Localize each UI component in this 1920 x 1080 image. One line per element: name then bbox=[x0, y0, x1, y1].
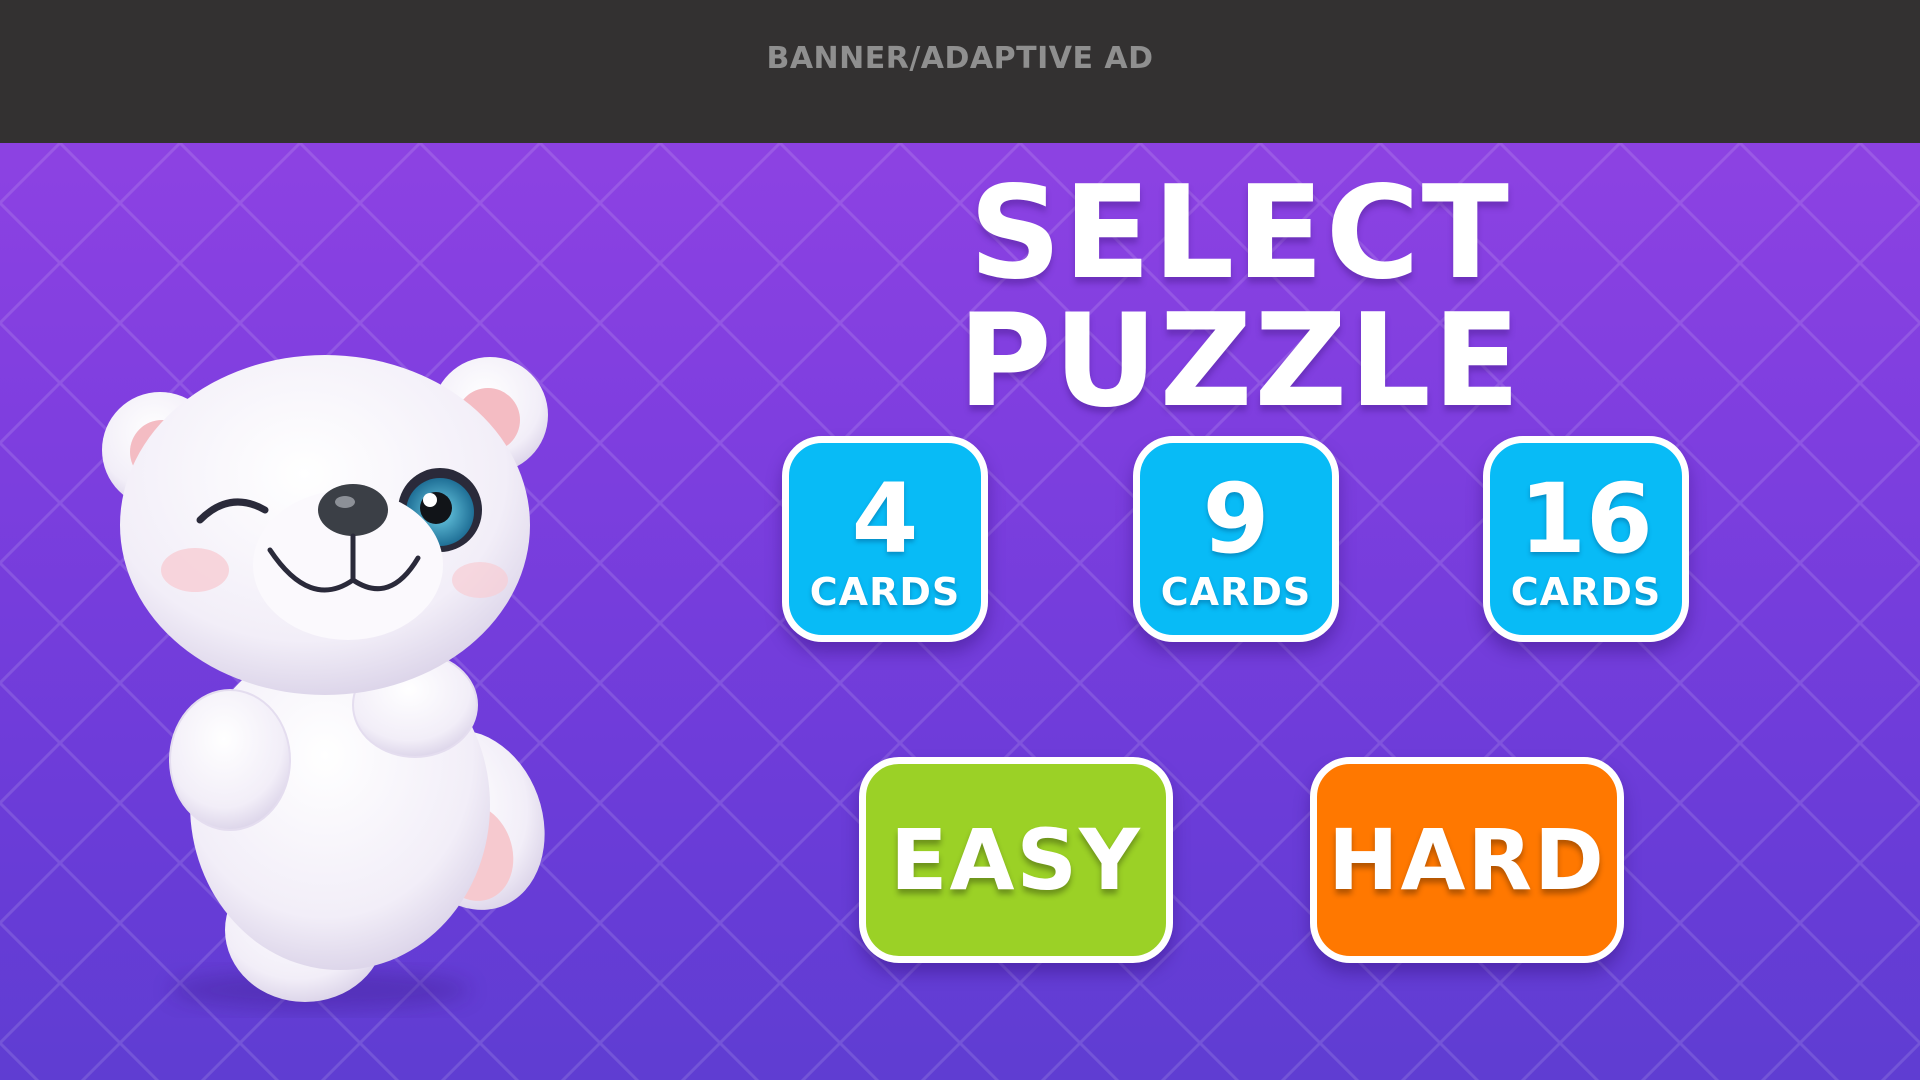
easy-button[interactable]: EASY bbox=[859, 757, 1173, 963]
card-label: CARDS bbox=[1510, 570, 1662, 614]
hard-button-label: HARD bbox=[1328, 811, 1606, 909]
easy-button-label: EASY bbox=[890, 811, 1142, 909]
card-count: 9 bbox=[1202, 463, 1270, 575]
card-option-4[interactable]: 4 CARDS bbox=[782, 436, 988, 642]
card-count: 4 bbox=[851, 463, 919, 575]
ad-banner[interactable]: BANNER/ADAPTIVE AD bbox=[0, 0, 1920, 143]
card-label: CARDS bbox=[809, 570, 961, 614]
hard-button[interactable]: HARD bbox=[1310, 757, 1624, 963]
polar-bear-mascot-icon bbox=[102, 355, 548, 1010]
card-option-9[interactable]: 9 CARDS bbox=[1133, 436, 1339, 642]
card-label: CARDS bbox=[1160, 570, 1312, 614]
ad-banner-label: BANNER/ADAPTIVE AD bbox=[766, 41, 1154, 76]
page-title: SELECT PUZZLE bbox=[957, 159, 1523, 436]
card-option-16[interactable]: 16 CARDS bbox=[1483, 436, 1689, 642]
card-count: 16 bbox=[1519, 463, 1653, 575]
